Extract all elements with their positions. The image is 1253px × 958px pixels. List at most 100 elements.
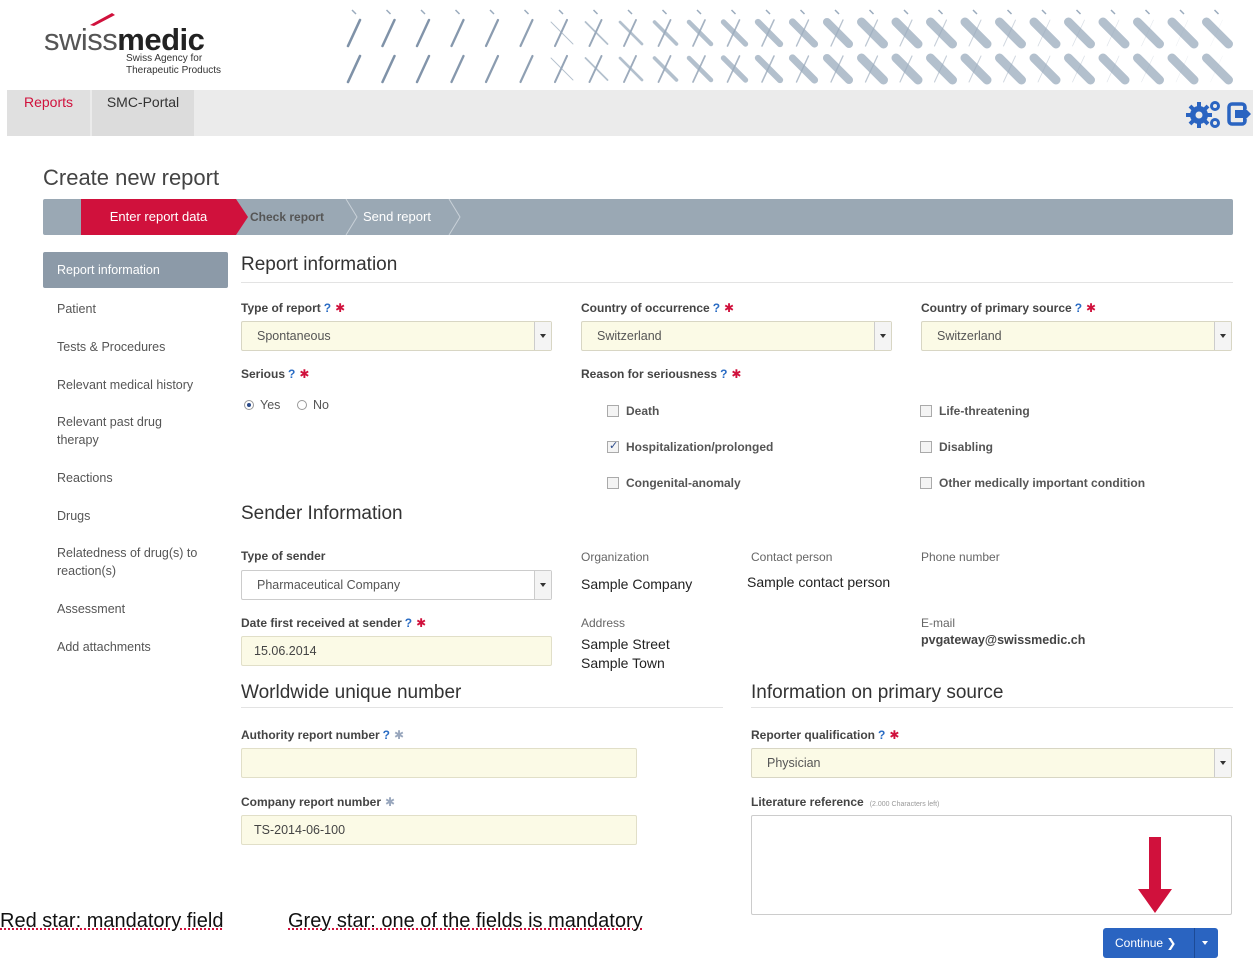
caret-down-icon[interactable] — [1202, 941, 1208, 945]
organization-label: Organization — [581, 550, 650, 564]
chevron-down-icon — [534, 322, 551, 350]
email-label: E-mail — [921, 616, 956, 630]
literature-reference-label: Literature reference (2.000 Characters le… — [751, 795, 940, 809]
section-divider — [241, 282, 1233, 283]
reporter-qualification-select[interactable]: Physician — [751, 748, 1232, 778]
chevron-down-icon — [1214, 322, 1231, 350]
country-occurrence-select[interactable]: Switzerland — [581, 321, 892, 351]
type-of-report-select[interactable]: Spontaneous — [241, 321, 552, 351]
contact-person-value: Sample contact person — [747, 574, 891, 590]
mandatory-star-icon: ✱ — [889, 728, 900, 742]
radio-icon — [297, 400, 307, 410]
organization-value: Sample Company — [581, 576, 693, 592]
serious-label: Serious? ✱ — [241, 367, 310, 381]
reason-seriousness-label: Reason for seriousness? ✱ — [581, 367, 742, 381]
country-primary-label: Country of primary source? ✱ — [921, 301, 1097, 315]
sidebar-item-medical-history[interactable]: Relevant medical history — [43, 376, 207, 394]
nav-tab-smc-portal[interactable]: SMC-Portal — [92, 90, 194, 136]
sidebar-item-patient[interactable]: Patient — [43, 300, 110, 318]
button-split-divider — [1194, 928, 1195, 958]
reason-disabling-checkbox[interactable]: Disabling — [920, 440, 993, 454]
help-icon[interactable]: ? — [1075, 301, 1082, 315]
serious-yes-radio[interactable]: Yes — [244, 398, 280, 412]
authority-number-input[interactable] — [241, 748, 637, 778]
logout-icon[interactable] — [1227, 102, 1251, 126]
checkbox-icon — [920, 405, 932, 417]
reason-hospitalization-checkbox[interactable]: Hospitalization/prolonged — [607, 439, 773, 454]
help-icon[interactable]: ? — [405, 616, 412, 630]
wizard-separator — [345, 199, 358, 235]
serious-no-radio[interactable]: No — [297, 398, 329, 412]
checkbox-checked-icon — [607, 439, 619, 453]
nav-tab-reports[interactable]: Reports — [7, 90, 90, 136]
help-icon[interactable]: ? — [383, 728, 390, 742]
date-received-input[interactable]: 15.06.2014 — [241, 636, 552, 666]
legend-grey-star: Grey star: one of the fields is mandator… — [288, 910, 643, 932]
grey-star-icon: ✱ — [394, 728, 405, 742]
wizard-steps: Enter report data Check report Send repo… — [43, 199, 1233, 235]
section-title-worldwide: Worldwide unique number — [241, 682, 462, 703]
radio-icon — [244, 400, 254, 410]
mandatory-star-icon: ✱ — [416, 616, 427, 630]
wizard-step-check[interactable]: Check report — [250, 199, 324, 235]
country-occurrence-label: Country of occurrence? ✱ — [581, 301, 735, 315]
address-label: Address — [581, 616, 626, 630]
help-icon[interactable]: ? — [288, 367, 295, 381]
sidebar-item-reactions[interactable]: Reactions — [43, 469, 127, 487]
email-value: pvgateway@swissmedic.ch — [921, 633, 1086, 647]
sidebar-item-tests-procedures[interactable]: Tests & Procedures — [43, 338, 179, 356]
type-of-report-label: Type of report? ✱ — [241, 301, 346, 315]
contact-person-label: Contact person — [751, 550, 833, 564]
nav-icons — [1186, 101, 1251, 128]
help-icon[interactable]: ? — [713, 301, 720, 315]
main-nav: Reports SMC-Portal — [7, 90, 1253, 136]
chevron-down-icon — [534, 571, 551, 599]
company-number-label: Company report number ✱ — [241, 795, 396, 809]
sidebar-item-assessment[interactable]: Assessment — [43, 600, 139, 618]
checkbox-icon — [920, 477, 932, 489]
reason-life-threatening-checkbox[interactable]: Life-threatening — [920, 404, 1030, 418]
sidebar-item-relatedness[interactable]: Relatedness of drug(s) to reaction(s) — [43, 544, 228, 580]
help-icon[interactable]: ? — [324, 301, 331, 315]
type-of-sender-label: Type of sender — [241, 549, 326, 563]
country-primary-select[interactable]: Switzerland — [921, 321, 1232, 351]
mandatory-star-icon: ✱ — [1086, 301, 1097, 315]
wizard-step-send[interactable]: Send report — [363, 199, 431, 235]
red-arrow-annotation — [1138, 837, 1172, 913]
swissmedic-logo: swissmedic Swiss Agency for Therapeutic … — [44, 8, 244, 84]
legend-red-star: Red star: mandatory field — [0, 910, 224, 932]
app-header: swissmedic Swiss Agency for Therapeutic … — [0, 0, 1253, 90]
mandatory-star-icon: ✱ — [724, 301, 735, 315]
company-number-input[interactable]: TS-2014-06-100 — [241, 815, 637, 845]
continue-button[interactable]: Continue ❯ — [1103, 928, 1218, 958]
mandatory-star-icon: ✱ — [299, 367, 310, 381]
section-title-report-information: Report information — [241, 254, 398, 275]
page-title: Create new report — [43, 165, 220, 190]
type-of-sender-select[interactable]: Pharmaceutical Company — [241, 570, 552, 600]
reason-death-checkbox[interactable]: Death — [607, 404, 659, 418]
sidebar-item-drugs[interactable]: Drugs — [43, 507, 104, 525]
help-icon[interactable]: ? — [720, 367, 727, 381]
gears-icon[interactable] — [1186, 101, 1220, 128]
wizard-separator — [448, 199, 461, 235]
mandatory-star-icon: ✱ — [335, 301, 346, 315]
checkbox-icon — [607, 405, 619, 417]
section-title-primary-source: Information on primary source — [751, 682, 1004, 703]
reporter-qualification-label: Reporter qualification? ✱ — [751, 728, 900, 742]
section-title-sender: Sender Information — [241, 503, 403, 524]
reason-congenital-checkbox[interactable]: Congenital-anomaly — [607, 476, 741, 490]
reason-other-checkbox[interactable]: Other medically important condition — [920, 476, 1145, 490]
checkbox-icon — [920, 441, 932, 453]
wizard-step-enter-data[interactable]: Enter report data — [81, 199, 236, 235]
continue-button-label: Continue ❯ — [1115, 936, 1177, 950]
wizard-active-arrow — [236, 199, 248, 235]
authority-number-label: Authority report number? ✱ — [241, 728, 405, 742]
chevron-down-icon — [1214, 749, 1231, 777]
mandatory-star-icon: ✱ — [731, 367, 742, 381]
sidebar-item-add-attachments[interactable]: Add attachments — [43, 638, 165, 656]
sidebar-item-past-drug-therapy[interactable]: Relevant past drug therapy — [43, 413, 193, 449]
checkbox-icon — [607, 477, 619, 489]
sidebar-item-report-information[interactable]: Report information — [43, 252, 228, 288]
help-icon[interactable]: ? — [878, 728, 885, 742]
section-divider — [241, 707, 723, 708]
